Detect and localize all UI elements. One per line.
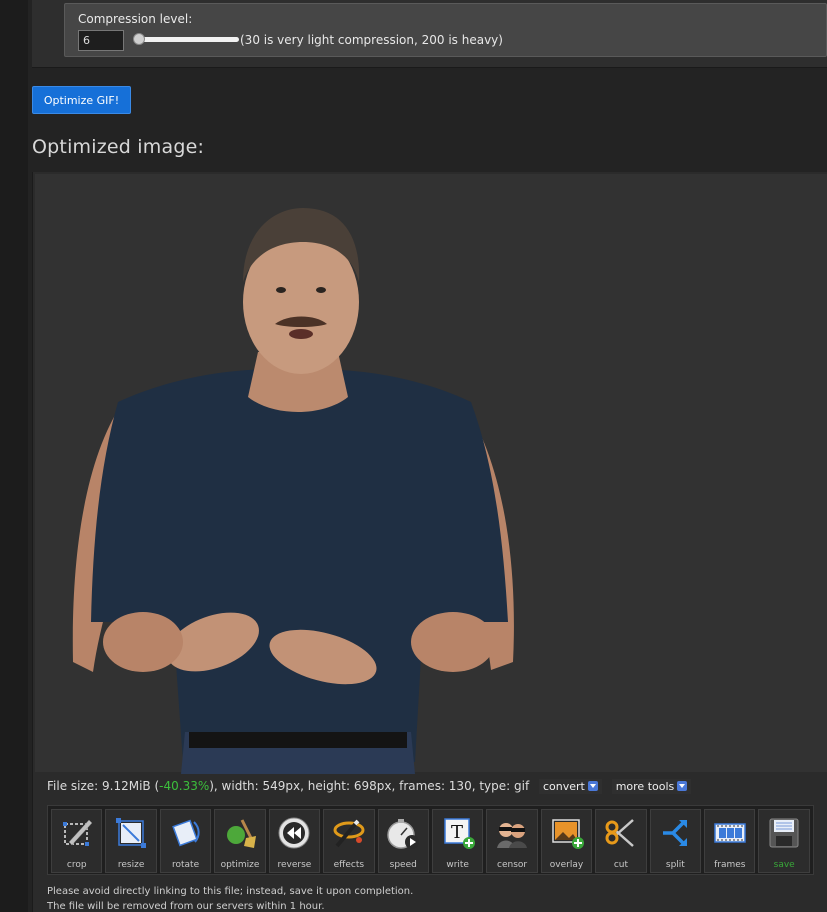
crop-icon	[62, 819, 93, 846]
convert-label: convert	[543, 780, 585, 793]
tool-crop[interactable]: crop	[51, 809, 103, 873]
scissors-icon	[605, 819, 634, 847]
chevron-down-icon	[677, 781, 688, 791]
gif-preview-area	[35, 174, 827, 774]
tool-label: reverse	[277, 860, 312, 870]
tool-split[interactable]: split	[649, 809, 702, 873]
rewind-icon	[278, 817, 310, 849]
more-tools-label: more tools	[615, 780, 675, 793]
compression-slider-track[interactable]	[135, 37, 239, 42]
tool-save[interactable]: save	[758, 809, 810, 873]
convert-dropdown[interactable]: convert	[539, 779, 602, 794]
section-title: Optimized image:	[32, 136, 205, 158]
tool-resize[interactable]: resize	[105, 809, 157, 873]
tool-label: frames	[714, 860, 746, 870]
optimized-gif-image	[72, 208, 514, 774]
tool-overlay[interactable]: overlay	[540, 809, 593, 873]
result-panel: File size: 9.12MiB (-40.33%), width: 549…	[32, 172, 827, 912]
tool-label: overlay	[549, 860, 584, 870]
tool-frames[interactable]: frames	[704, 809, 756, 873]
magic-wand-icon	[333, 819, 365, 848]
more-tools-dropdown[interactable]: more tools	[611, 779, 692, 794]
tool-bar: crop resize rotate optimize reverse effe…	[47, 805, 814, 875]
file-info-suffix: ), width: 549px, height: 698px, frames: …	[209, 779, 530, 793]
censor-faces-icon	[497, 823, 528, 848]
tool-label: save	[773, 860, 795, 870]
resize-icon	[116, 818, 147, 848]
tool-label: speed	[389, 860, 417, 870]
chevron-down-icon	[587, 781, 598, 791]
svg-text:T: T	[451, 822, 463, 843]
tool-speed[interactable]: speed	[377, 809, 429, 873]
tool-effects[interactable]: effects	[323, 809, 375, 873]
tool-label: resize	[117, 860, 145, 870]
tool-censor[interactable]: censor	[486, 809, 538, 873]
file-info-prefix: File size: 9.12MiB (	[47, 779, 160, 793]
file-info: File size: 9.12MiB (-40.33%), width: 549…	[47, 779, 692, 794]
tool-optimize[interactable]: optimize	[214, 809, 266, 873]
compression-level-input[interactable]	[78, 30, 124, 51]
notice-text: Please avoid directly linking to this fi…	[47, 884, 413, 912]
tool-label: optimize	[220, 860, 260, 870]
compression-settings: Compression level: (30 is very light com…	[64, 3, 827, 57]
tool-cut[interactable]: cut	[595, 809, 647, 873]
compression-hint: (30 is very light compression, 200 is he…	[240, 33, 503, 47]
left-gutter	[0, 0, 28, 912]
tool-label: crop	[66, 860, 87, 870]
tool-write[interactable]: T write	[431, 809, 484, 873]
tool-label: write	[446, 860, 469, 870]
text-icon: T	[443, 818, 475, 849]
tool-label: effects	[333, 860, 365, 870]
tool-label: censor	[497, 860, 528, 870]
film-strip-icon	[714, 823, 746, 843]
tool-rotate[interactable]: rotate	[159, 809, 212, 873]
tool-reverse[interactable]: reverse	[268, 809, 321, 873]
size-reduction-percent: -40.33%	[159, 779, 210, 793]
tool-label: rotate	[171, 860, 200, 870]
notice-line: Please avoid directly linking to this fi…	[47, 886, 414, 897]
tool-label: split	[665, 860, 685, 870]
floppy-disk-icon	[769, 818, 799, 848]
compression-label: Compression level:	[78, 12, 193, 26]
notice-line: The file will be removed from our server…	[47, 901, 325, 912]
overlay-image-icon	[551, 819, 584, 849]
tool-label: cut	[613, 860, 629, 870]
optimize-gif-button[interactable]: Optimize GIF!	[32, 86, 131, 114]
split-arrows-icon	[663, 820, 688, 846]
broom-icon	[226, 819, 256, 848]
compression-slider-thumb[interactable]	[133, 33, 145, 45]
stopwatch-icon	[387, 819, 420, 849]
rotate-icon	[171, 819, 200, 847]
